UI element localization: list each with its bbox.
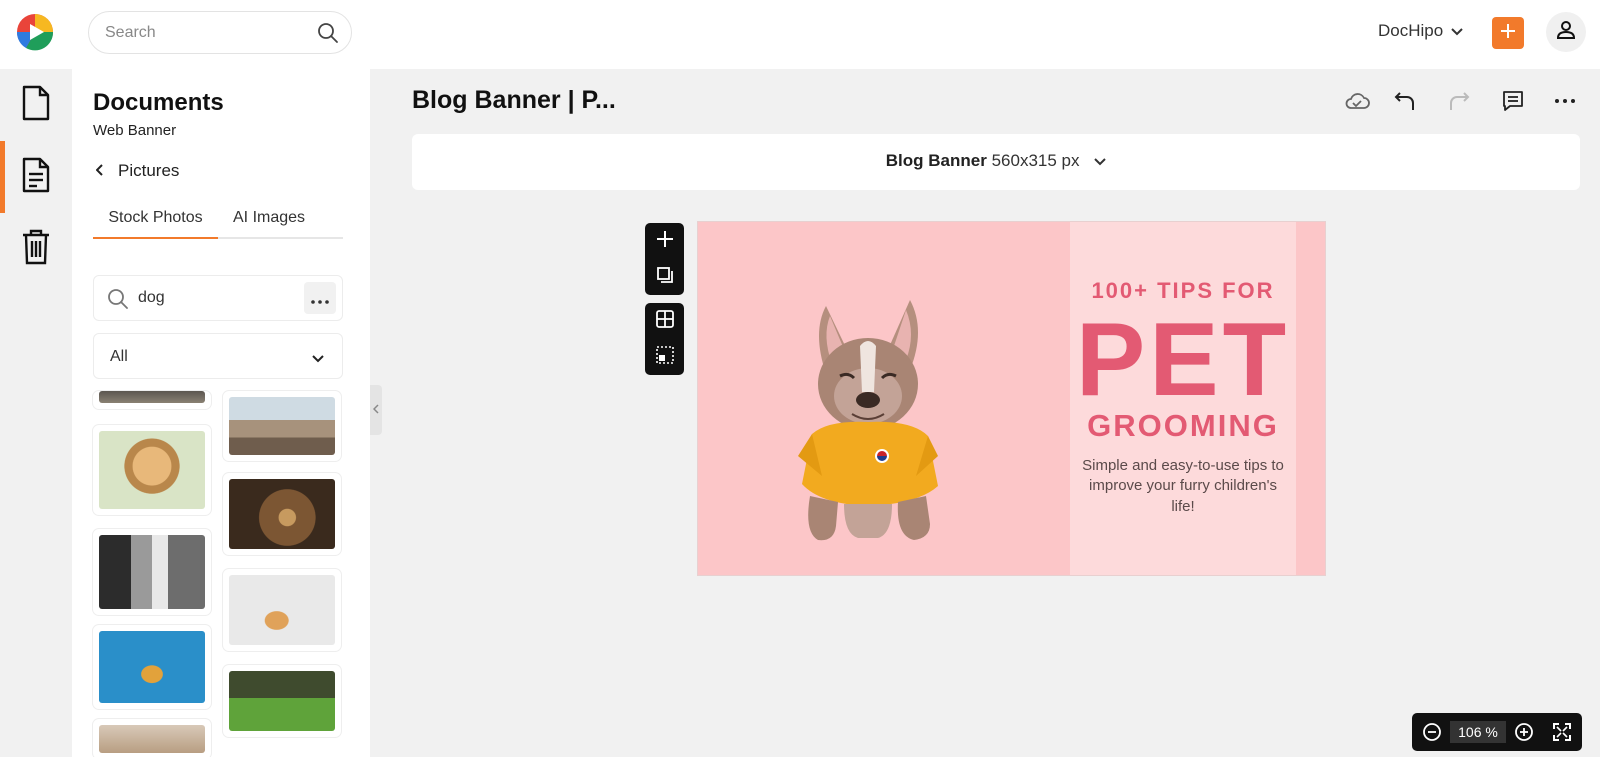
select-area-icon[interactable] bbox=[655, 345, 675, 370]
chevron-down-icon bbox=[1094, 151, 1106, 170]
fullscreen-icon[interactable] bbox=[1552, 722, 1572, 747]
top-bar: DocHipo bbox=[0, 0, 1600, 69]
search-options-button[interactable] bbox=[304, 282, 336, 314]
banner-headline[interactable]: PET bbox=[1070, 308, 1296, 412]
panel-collapse-handle[interactable] bbox=[370, 385, 382, 435]
size-dimensions: 560x315 px bbox=[991, 151, 1080, 170]
chevron-down-icon bbox=[312, 350, 324, 368]
chevron-left-icon bbox=[372, 401, 379, 419]
create-new-button[interactable] bbox=[1492, 17, 1524, 49]
image-source-tabs: Stock Photos AI Images bbox=[93, 203, 343, 239]
image-search-field[interactable]: dog bbox=[93, 275, 343, 321]
search-icon bbox=[107, 288, 129, 315]
layout-tools bbox=[645, 303, 684, 375]
rail-item-trash[interactable] bbox=[0, 213, 72, 285]
stock-photo-thumbnail[interactable] bbox=[223, 391, 341, 461]
rail-item-documents[interactable] bbox=[0, 141, 72, 213]
search-icon[interactable] bbox=[317, 22, 339, 44]
image-search-input[interactable]: dog bbox=[138, 289, 165, 307]
chevron-left-icon bbox=[95, 161, 104, 181]
panel-subtitle: Web Banner bbox=[93, 122, 177, 139]
rail-item-new-document[interactable] bbox=[0, 69, 72, 141]
document-icon bbox=[21, 85, 51, 126]
tab-stock-photos[interactable]: Stock Photos bbox=[93, 209, 218, 239]
back-label: Pictures bbox=[118, 161, 180, 180]
zoom-level[interactable]: 106 % bbox=[1450, 721, 1506, 743]
design-canvas[interactable]: 100+ TIPS FOR PET GROOMING Simple and ea… bbox=[698, 222, 1325, 575]
page-tools bbox=[645, 223, 684, 295]
duplicate-page-icon[interactable] bbox=[656, 266, 674, 289]
search-input[interactable] bbox=[105, 22, 305, 44]
document-title[interactable]: Blog Banner | P... bbox=[412, 86, 616, 115]
more-horizontal-icon[interactable] bbox=[1552, 88, 1578, 114]
chevron-down-icon bbox=[1451, 21, 1463, 41]
cloud-saved-icon[interactable] bbox=[1344, 88, 1370, 114]
left-rail bbox=[0, 69, 72, 757]
document-size-selector[interactable]: Blog Banner 560x315 px bbox=[412, 134, 1580, 190]
panel-title: Documents bbox=[93, 89, 224, 116]
plus-icon bbox=[1499, 22, 1517, 45]
banner-subheadline[interactable]: GROOMING bbox=[1070, 408, 1296, 444]
pictures-panel: Documents Web Banner Pictures Stock Phot… bbox=[72, 69, 370, 757]
banner-tips-text[interactable]: 100+ TIPS FOR bbox=[1070, 278, 1296, 304]
global-search[interactable] bbox=[88, 11, 352, 54]
dochipo-logo-icon[interactable] bbox=[16, 13, 54, 51]
stock-photo-thumbnail[interactable] bbox=[93, 425, 211, 515]
user-menu-button[interactable] bbox=[1546, 12, 1586, 52]
stock-photo-thumbnail[interactable] bbox=[93, 719, 211, 757]
trash-icon bbox=[21, 229, 51, 270]
stock-photo-thumbnail[interactable] bbox=[223, 569, 341, 651]
more-horizontal-icon bbox=[311, 288, 329, 309]
user-icon bbox=[1556, 20, 1576, 45]
undo-icon[interactable] bbox=[1392, 88, 1418, 114]
back-to-pictures-button[interactable]: Pictures bbox=[95, 161, 180, 181]
size-name: Blog Banner bbox=[885, 151, 987, 170]
account-switcher[interactable]: DocHipo bbox=[1378, 21, 1463, 41]
banner-description[interactable]: Simple and easy-to-use tips to improve y… bbox=[1078, 456, 1288, 517]
stock-photo-thumbnail[interactable] bbox=[223, 665, 341, 737]
stock-photo-thumbnail[interactable] bbox=[93, 529, 211, 615]
stock-photo-thumbnail[interactable] bbox=[223, 473, 341, 555]
category-filter-value: All bbox=[110, 348, 128, 365]
zoom-controls: 106 % bbox=[1412, 713, 1582, 751]
tab-ai-images[interactable]: AI Images bbox=[233, 209, 305, 227]
bulldog-image[interactable] bbox=[788, 296, 948, 548]
category-filter-select[interactable]: All bbox=[93, 333, 343, 379]
stock-photo-thumbnail[interactable] bbox=[93, 625, 211, 709]
zoom-out-icon[interactable] bbox=[1422, 722, 1442, 747]
add-page-icon[interactable] bbox=[655, 229, 675, 254]
stock-photo-thumbnail[interactable] bbox=[93, 391, 211, 409]
redo-icon[interactable] bbox=[1446, 88, 1472, 114]
account-name: DocHipo bbox=[1378, 21, 1444, 40]
grid-layout-icon[interactable] bbox=[655, 309, 675, 334]
comments-icon[interactable] bbox=[1500, 88, 1526, 114]
document-lines-icon bbox=[21, 157, 51, 198]
document-size-label: Blog Banner 560x315 px bbox=[412, 151, 1580, 171]
zoom-in-icon[interactable] bbox=[1514, 722, 1534, 747]
